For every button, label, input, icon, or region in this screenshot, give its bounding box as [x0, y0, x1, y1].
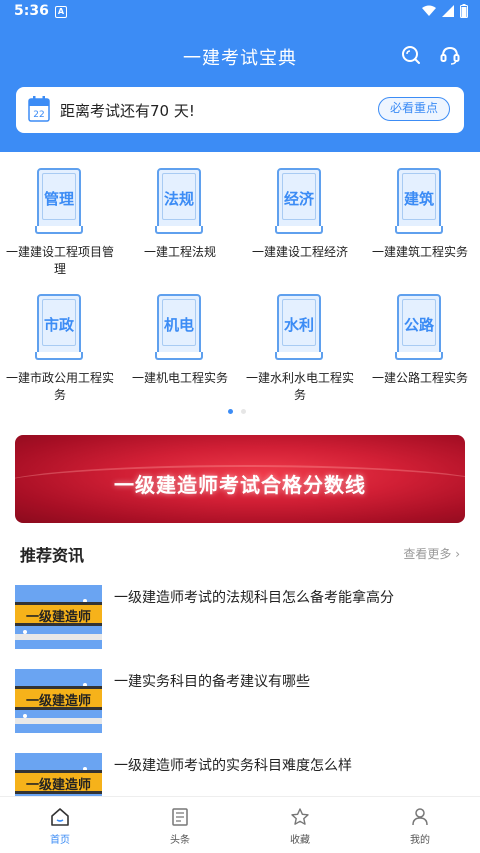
book-icon: 法规: [155, 168, 203, 234]
tab-label: 收藏: [290, 835, 310, 846]
news-title: 一级建造师考试的实务科目难度怎么样: [114, 758, 352, 774]
subject-label: 经济: [283, 190, 314, 208]
thumbnail-text: 一级建造师: [25, 610, 91, 625]
bottom-tab-bar: 首页 头条 收藏 我的: [0, 796, 480, 853]
tab-label: 头条: [170, 835, 190, 846]
subject-item-economy[interactable]: 经济 一建建设工程经济: [240, 162, 360, 282]
subject-label: 法规: [163, 190, 194, 208]
subject-item-management[interactable]: 管理 一建建设工程项目管理: [0, 162, 120, 282]
battery-icon: [460, 4, 468, 18]
tab-favorites[interactable]: 收藏: [240, 797, 360, 853]
news-title: 一级建造师考试的法规科目怎么备考能拿高分: [114, 590, 394, 606]
signal-icon: [442, 5, 454, 17]
subject-label: 管理: [43, 190, 74, 208]
person-icon: [412, 808, 428, 826]
news-thumbnail: 一级建造师: [15, 585, 102, 649]
tab-profile[interactable]: 我的: [360, 797, 480, 853]
tab-headlines[interactable]: 头条: [120, 797, 240, 853]
subject-label: 机电: [163, 316, 194, 334]
news-title: 一建实务科目的备考建议有哪些: [114, 674, 310, 690]
book-icon: 水利: [275, 294, 323, 360]
subject-name: 一建公路工程实务: [371, 371, 468, 385]
subject-item-electromechanical[interactable]: 机电 一建机电工程实务: [120, 288, 240, 408]
subject-label: 建筑: [403, 190, 434, 208]
subject-name: 一建建设工程经济: [251, 245, 348, 259]
subject-name: 一建建筑工程实务: [371, 245, 468, 259]
subject-name: 一建机电工程实务: [131, 371, 228, 385]
calendar-icon: 22: [28, 96, 50, 122]
book-icon: 建筑: [395, 168, 443, 234]
news-icon: [172, 808, 188, 826]
book-icon: 市政: [35, 294, 83, 360]
thumbnail-text: 一级建造师: [25, 778, 91, 793]
thumbnail-text: 一级建造师: [25, 694, 91, 709]
home-icon: [51, 808, 69, 826]
tab-label: 首页: [50, 835, 70, 846]
subject-name: 一建市政公用工程实务: [6, 371, 115, 402]
subject-name: 一建工程法规: [143, 245, 216, 259]
system-icons: [422, 4, 468, 18]
book-icon: 机电: [155, 294, 203, 360]
countdown-text: 距离考试还有70 天!: [60, 102, 195, 120]
subject-item-municipal[interactable]: 市政 一建市政公用工程实务: [0, 288, 120, 408]
subject-item-law[interactable]: 法规 一建工程法规: [120, 162, 240, 282]
news-item[interactable]: 一级建造师 一建实务科目的备考建议有哪些: [0, 669, 480, 739]
section-title: 推荐资讯: [20, 546, 85, 565]
news-thumbnail: 一级建造师: [15, 669, 102, 733]
calendar-day: 22: [33, 110, 44, 120]
subject-item-highway[interactable]: 公路 一建公路工程实务: [360, 288, 480, 408]
status-bar: 5:36 A: [0, 0, 480, 24]
app-header: 5:36 A 一建考试宝典 22 距离考试还有70 天! 必看重点: [0, 0, 480, 152]
subject-item-water-conservancy[interactable]: 水利 一建水利水电工程实务: [240, 288, 360, 408]
search-icon[interactable]: [400, 44, 422, 66]
book-icon: 公路: [395, 294, 443, 360]
chevron-right-icon: ›: [455, 547, 460, 561]
wifi-icon: [422, 5, 436, 16]
subject-name: 一建建设工程项目管理: [6, 245, 115, 276]
news-item[interactable]: 一级建造师 一级建造师考试的法规科目怎么备考能拿高分: [0, 585, 480, 655]
key-points-button[interactable]: 必看重点: [378, 97, 450, 121]
headset-icon[interactable]: [439, 44, 461, 66]
status-time: 5:36: [14, 3, 49, 19]
tab-label: 我的: [410, 835, 430, 846]
subject-name: 一建水利水电工程实务: [246, 371, 355, 402]
page-dot-active: [228, 409, 233, 414]
tab-home[interactable]: 首页: [0, 797, 120, 853]
see-more-label: 查看更多: [403, 547, 452, 561]
see-more-link[interactable]: 查看更多 ›: [403, 545, 460, 562]
promo-banner[interactable]: 一级建造师考试合格分数线: [15, 435, 465, 523]
subject-label: 市政: [43, 316, 74, 334]
subject-item-building[interactable]: 建筑 一建建筑工程实务: [360, 162, 480, 282]
page-dot: [241, 409, 246, 414]
exam-countdown-card: 22 距离考试还有70 天! 必看重点: [16, 87, 464, 133]
page-indicator: [228, 409, 246, 414]
book-icon: 经济: [275, 168, 323, 234]
star-icon: [291, 808, 309, 825]
subject-label: 公路: [403, 316, 434, 334]
subject-label: 水利: [283, 316, 314, 334]
notification-icon: A: [55, 6, 67, 18]
banner-text: 一级建造师考试合格分数线: [114, 473, 366, 497]
book-icon: 管理: [35, 168, 83, 234]
